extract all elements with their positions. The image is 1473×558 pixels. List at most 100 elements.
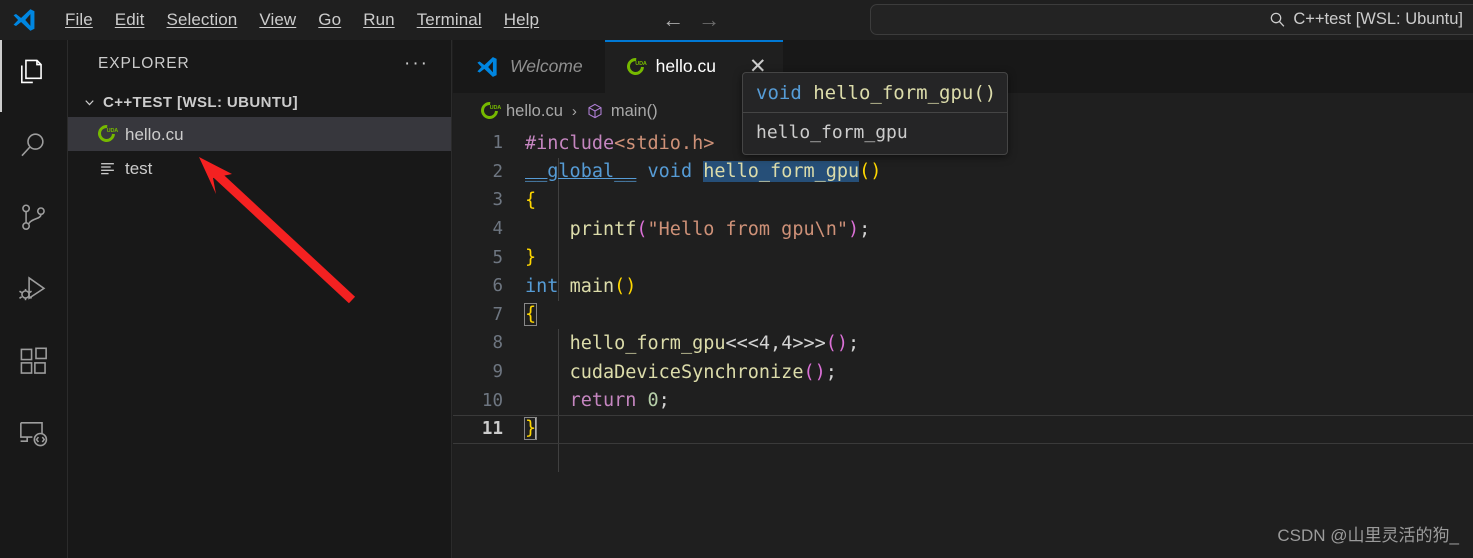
- explorer-sidebar: EXPLORER ··· C++TEST [WSL: UBUNTU] UDA h…: [68, 40, 452, 558]
- code-editor[interactable]: 1 #include<stdio.h> 2 __global__ void he…: [453, 129, 1473, 558]
- line-number: 5: [492, 247, 503, 268]
- code-text: #include<stdio.h>: [525, 133, 714, 154]
- tab-label: hello.cu: [655, 56, 716, 76]
- token-include: #include: [525, 132, 615, 154]
- code-text: return 0;: [525, 390, 670, 411]
- code-line: 10 return 0;: [453, 386, 1473, 415]
- token-printf: printf: [569, 218, 637, 240]
- activity-bar: [0, 40, 68, 558]
- token-string: "Hello from gpu\n": [647, 218, 849, 240]
- token-global: __global__: [525, 161, 637, 183]
- token-parens: (): [859, 161, 882, 183]
- breadcrumb-file[interactable]: UDA hello.cu: [477, 98, 563, 123]
- symbol-method-icon: [586, 102, 604, 120]
- line-number: 10: [481, 390, 503, 411]
- token-semicolon: ;: [859, 218, 871, 240]
- menu-view-label: View: [259, 10, 297, 29]
- line-number: 7: [492, 304, 503, 325]
- token-function-name: hello_form_gpu: [703, 161, 860, 183]
- text-cursor: [535, 418, 538, 441]
- hover-signature-name: hello_form_gpu(): [813, 82, 997, 104]
- menu-selection[interactable]: Selection: [156, 7, 249, 33]
- hover-tooltip: void hello_form_gpu() hello_form_gpu: [742, 72, 1008, 155]
- code-text: printf("Hello from gpu\n");: [525, 218, 871, 240]
- activitybar-item-search[interactable]: [0, 112, 68, 184]
- activitybar-item-remote-explorer[interactable]: [0, 400, 68, 472]
- line-number: 2: [492, 161, 503, 182]
- arrow-left-icon[interactable]: ←: [662, 9, 684, 31]
- vscode-logo-icon: [475, 55, 499, 79]
- line-number: 3: [492, 190, 503, 211]
- cuda-file-icon: UDA: [623, 54, 648, 78]
- token-main: main: [569, 275, 615, 297]
- explorer-file-hello-cu[interactable]: UDA hello.cu: [68, 117, 451, 151]
- menu-terminal-label: Terminal: [416, 10, 482, 29]
- token-semicolon: ;: [848, 332, 860, 354]
- watermark-text: CSDN @山里灵活的狗_: [1277, 526, 1459, 545]
- sidebar-title: EXPLORER: [98, 54, 190, 72]
- command-center-text: C++test [WSL: Ubuntu]: [1293, 10, 1463, 28]
- breadcrumb-file-label: hello.cu: [506, 101, 563, 120]
- more-actions-icon[interactable]: ···: [404, 54, 429, 73]
- menu-run[interactable]: Run: [352, 7, 406, 33]
- activitybar-item-source-control[interactable]: [0, 184, 68, 256]
- activitybar-item-extensions[interactable]: [0, 328, 68, 400]
- arrow-right-icon[interactable]: →: [698, 9, 720, 31]
- explorer-file-label: test: [125, 158, 153, 178]
- title-bar: File Edit Selection View Go Run Terminal…: [0, 0, 1473, 40]
- code-text: int main(): [525, 276, 636, 297]
- code-line: 4 printf("Hello from gpu\n");: [453, 215, 1473, 244]
- token-zero: 0: [647, 390, 659, 412]
- navigation-arrows: ← →: [662, 9, 720, 31]
- menu-view[interactable]: View: [248, 7, 307, 33]
- token-int: int: [525, 275, 559, 297]
- menu-help[interactable]: Help: [493, 7, 550, 33]
- cuda-file-icon: UDA: [94, 121, 119, 146]
- menu-bar: File Edit Selection View Go Run Terminal…: [48, 0, 550, 40]
- run-debug-icon: [17, 273, 50, 311]
- code-line: 8 hello_form_gpu<<<4,4>>>();: [453, 329, 1473, 358]
- command-center[interactable]: C++test [WSL: Ubuntu]: [870, 4, 1473, 35]
- breadcrumb-symbol[interactable]: main(): [586, 102, 658, 121]
- menu-edit[interactable]: Edit: [104, 7, 156, 33]
- explorer-folder-root-label: C++TEST [WSL: UBUNTU]: [103, 93, 299, 111]
- menu-file[interactable]: File: [54, 7, 104, 33]
- code-text: {: [525, 189, 537, 211]
- explorer-folder-root[interactable]: C++TEST [WSL: UBUNTU]: [68, 87, 451, 117]
- menu-edit-label: Edit: [114, 10, 145, 29]
- menu-file-label: File: [65, 10, 93, 29]
- code-text: hello_form_gpu<<<4,4>>>();: [525, 332, 860, 354]
- explorer-file-test[interactable]: test: [68, 151, 451, 185]
- token-semicolon: ;: [658, 390, 670, 412]
- remote-explorer-icon: [17, 417, 50, 455]
- explorer-file-label: hello.cu: [125, 124, 184, 144]
- hover-tooltip-body: hello_form_gpu: [756, 122, 908, 143]
- token-header: <stdio.h>: [614, 132, 715, 154]
- activitybar-item-explorer[interactable]: [0, 40, 68, 112]
- token-paren-open: (: [636, 218, 648, 240]
- source-control-icon: [17, 201, 50, 239]
- hover-signature-type: void: [756, 82, 802, 104]
- token-kernel-call: hello_form_gpu: [569, 332, 726, 354]
- token-parens: (): [614, 275, 637, 297]
- vscode-window: File Edit Selection View Go Run Terminal…: [0, 0, 1473, 558]
- files-icon: [17, 57, 50, 95]
- code-text: cudaDeviceSynchronize();: [525, 362, 837, 383]
- activitybar-item-run-and-debug[interactable]: [0, 256, 68, 328]
- token-return: return: [569, 390, 637, 412]
- code-line: 2 __global__ void hello_form_gpu(): [453, 158, 1473, 187]
- menu-go[interactable]: Go: [307, 7, 352, 33]
- line-number: 11: [481, 419, 503, 440]
- menu-terminal[interactable]: Terminal: [406, 7, 493, 33]
- hover-tooltip-signature: void hello_form_gpu(): [743, 73, 1007, 112]
- tab-welcome[interactable]: Welcome: [453, 40, 605, 93]
- search-icon: [17, 129, 50, 167]
- token-parens: (): [803, 361, 826, 383]
- line-number: 1: [492, 133, 503, 154]
- code-line: 9 cudaDeviceSynchronize();: [453, 358, 1473, 387]
- token-paren-close: ): [848, 218, 860, 240]
- code-line-active: 11 }: [453, 415, 1473, 444]
- sidebar-header: EXPLORER ···: [68, 40, 451, 87]
- code-line: 3 {: [453, 186, 1473, 215]
- menu-selection-label: Selection: [166, 10, 238, 29]
